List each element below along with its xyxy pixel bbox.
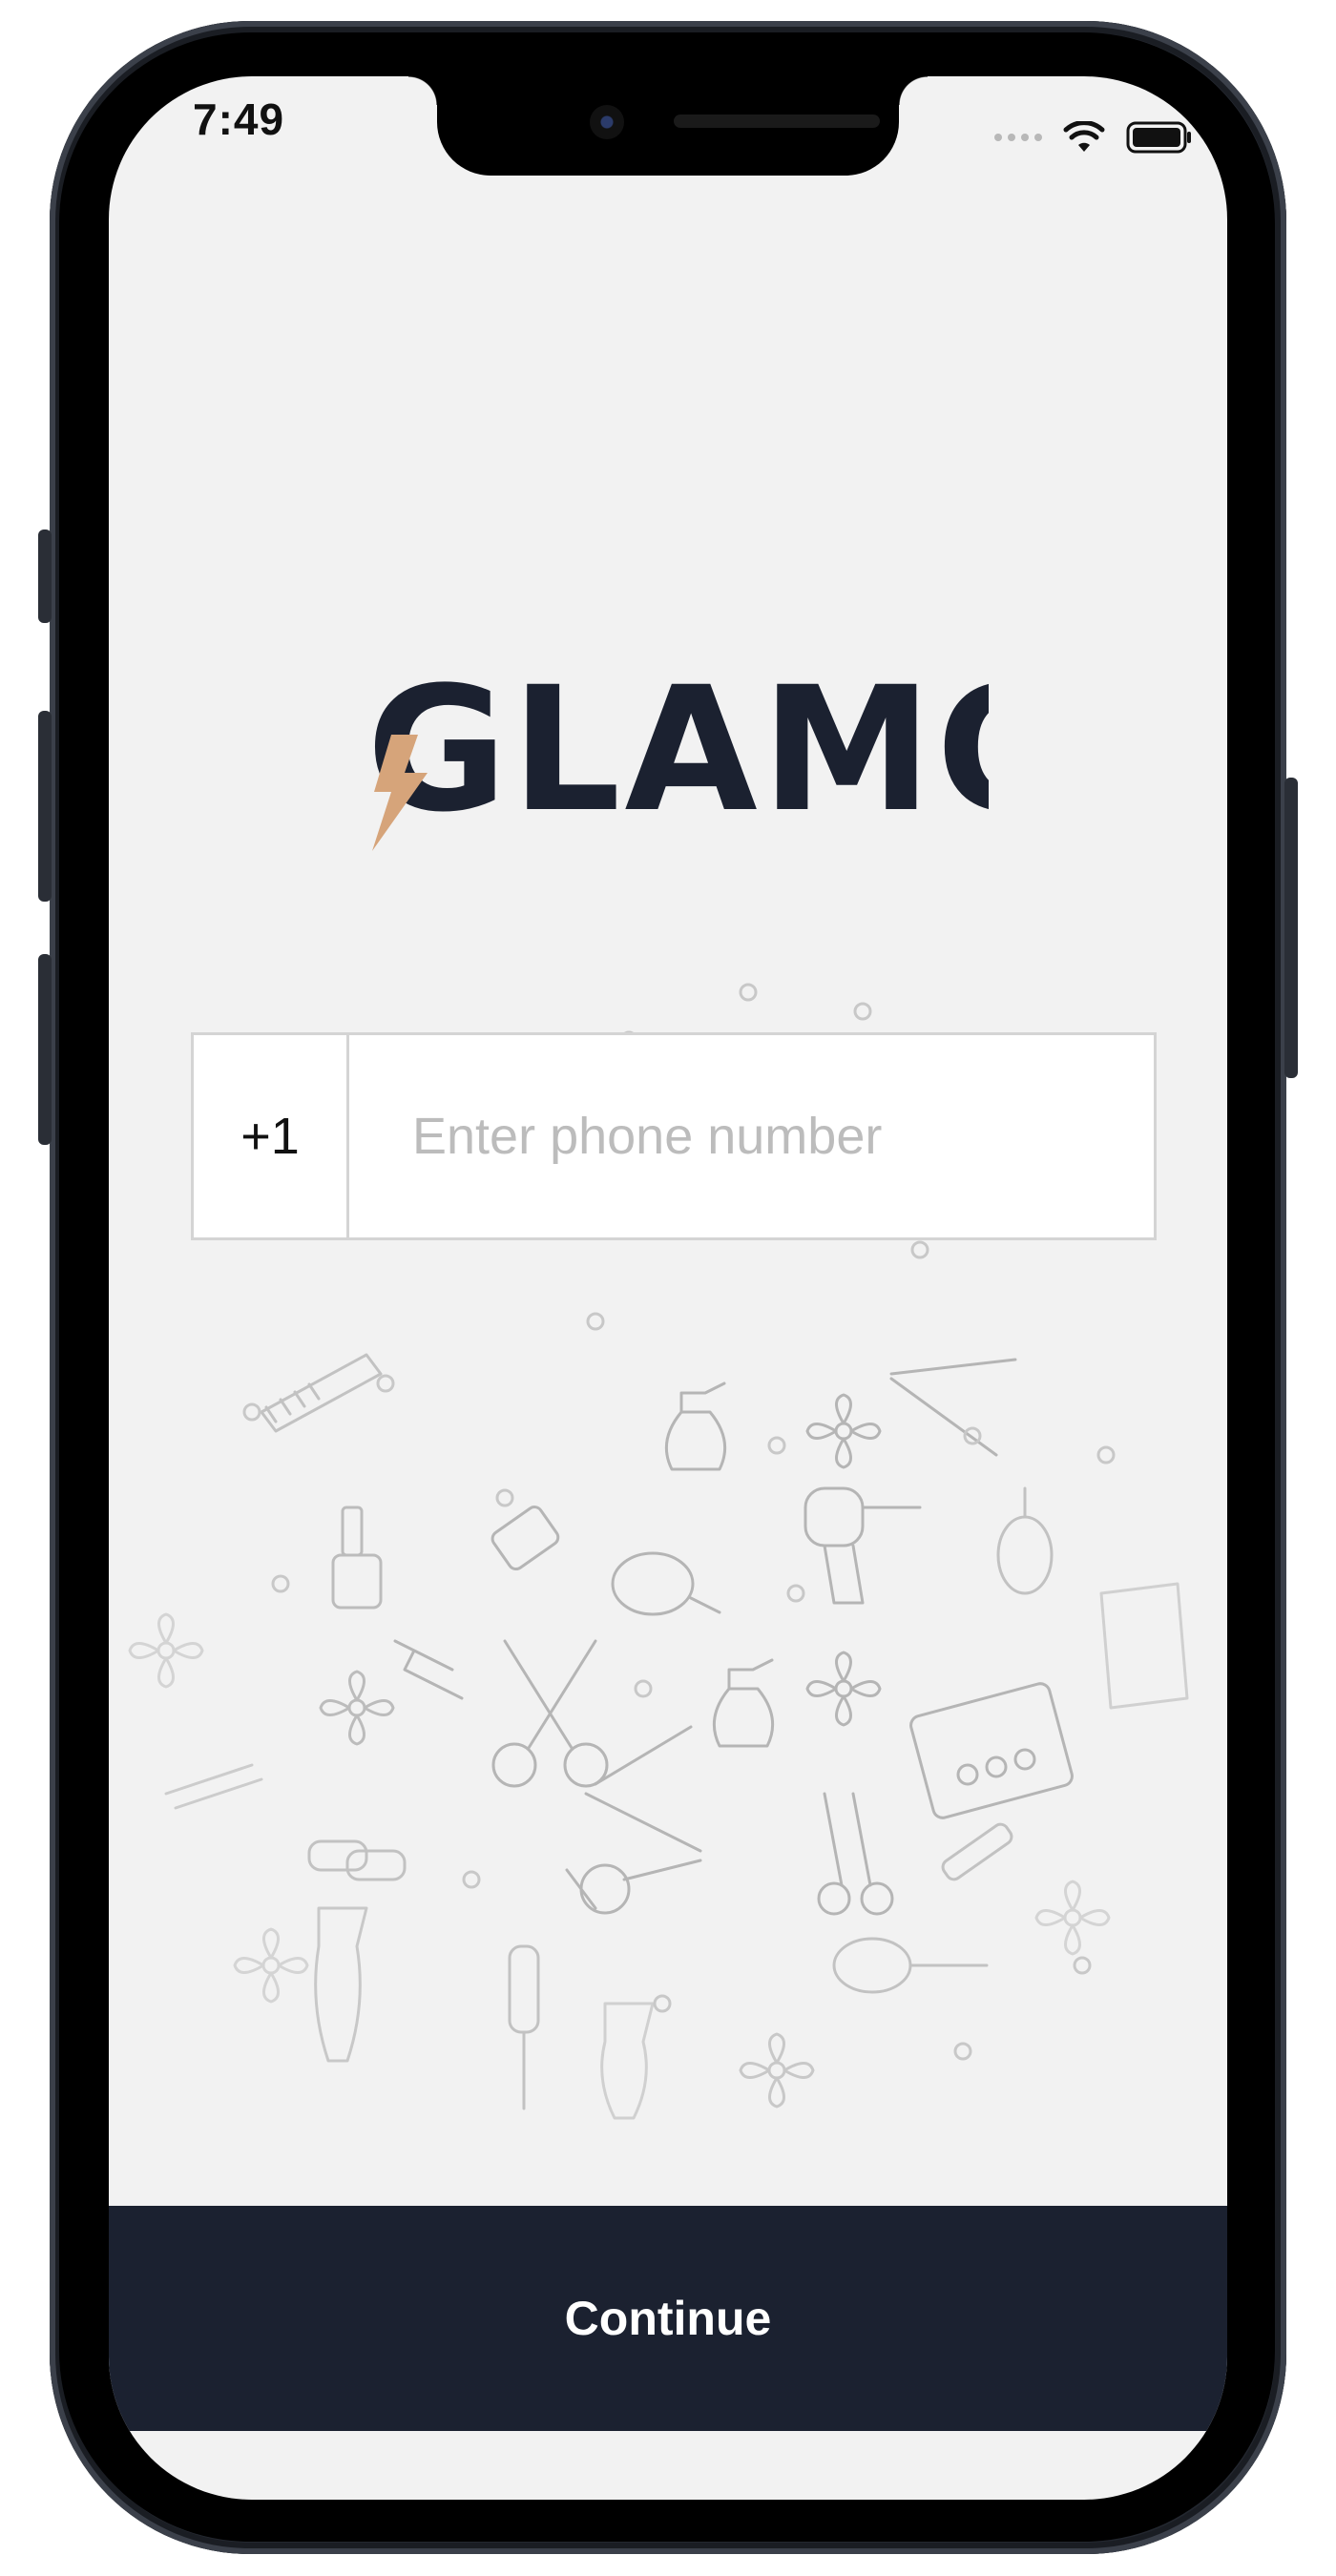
- flower-icon: [1034, 1880, 1111, 1956]
- flower-icon: [128, 1612, 204, 1689]
- spray-bottle-icon: [712, 1658, 775, 1748]
- hair-clipper-icon: [314, 1906, 368, 2063]
- continue-button[interactable]: Continue: [109, 2206, 1227, 2431]
- flower-icon: [319, 1670, 395, 1746]
- comb-icon: [1099, 1582, 1189, 1710]
- app-screen: 7:49 GLAMO: [109, 76, 1227, 2500]
- hand-mirror-icon: [611, 1551, 721, 1616]
- makeup-brush-icon: [832, 1937, 989, 1994]
- hair-dryer-icon: [565, 1859, 702, 1915]
- status-icons: [994, 120, 1193, 155]
- scissors-icon: [491, 1639, 609, 1788]
- hair-dryer-icon: [804, 1486, 922, 1605]
- glamo-logo: GLAMO: [366, 651, 989, 851]
- power-button: [1284, 778, 1298, 1078]
- scissors-icon: [817, 1792, 894, 1916]
- comb-icon: [260, 1353, 383, 1433]
- spray-bottle-icon: [664, 1381, 727, 1471]
- flower-icon: [805, 1651, 882, 1727]
- front-camera: [590, 105, 624, 139]
- hair-straightener-icon: [584, 1725, 702, 1853]
- volume-up-button: [38, 711, 52, 902]
- hair-clipper-icon: [600, 2002, 655, 2120]
- nail-polish-icon: [331, 1506, 383, 1610]
- chain-link-icon: [307, 1839, 407, 1881]
- flower-icon: [233, 1927, 309, 2004]
- wifi-icon: [1063, 121, 1105, 152]
- phone-number-input[interactable]: [349, 1035, 1154, 1237]
- flower-icon: [739, 2032, 815, 2109]
- country-code-selector[interactable]: +1: [194, 1035, 349, 1237]
- battery-icon: [1126, 121, 1191, 154]
- silent-switch: [38, 530, 52, 623]
- lipstick-icon: [941, 1822, 1013, 1881]
- hair-straightener-icon: [889, 1358, 1017, 1457]
- earpiece-speaker: [674, 114, 880, 128]
- makeup-palette-icon: [909, 1682, 1074, 1819]
- brush-icon: [508, 1944, 540, 2110]
- lipstick-icon: [393, 1639, 464, 1700]
- flower-icon: [805, 1393, 882, 1469]
- cellular-dots-icon: [994, 134, 1042, 141]
- lipstick-icon: [164, 1763, 263, 1810]
- status-time: 7:49: [193, 94, 285, 144]
- svg-text:GLAMO: GLAMO: [366, 651, 989, 850]
- nail-polish-icon: [491, 1506, 560, 1571]
- volume-down-button: [38, 954, 52, 1145]
- hand-mirror-icon: [996, 1486, 1054, 1595]
- phone-number-field: +1: [191, 1032, 1157, 1240]
